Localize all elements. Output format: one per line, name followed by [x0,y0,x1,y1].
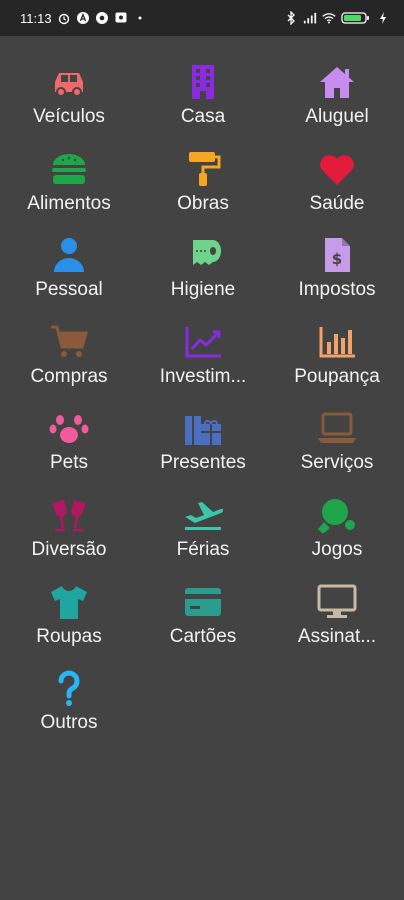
burger-icon [46,151,92,187]
status-right [284,11,390,25]
category-house[interactable]: Aluguel [270,36,404,127]
category-toilet-paper[interactable]: Higiene [136,209,270,300]
glasses-cheers-icon [46,497,92,533]
category-car[interactable]: Veículos [2,36,136,127]
category-person[interactable]: Pessoal [2,209,136,300]
category-heart[interactable]: Saúde [270,123,404,214]
heart-icon [314,151,360,187]
category-laptop[interactable]: Serviços [270,382,404,473]
category-bar-chart[interactable]: Poupança [270,296,404,387]
person-icon [46,237,92,273]
category-plane[interactable]: Férias [136,469,270,560]
category-question[interactable]: Outros [2,642,136,733]
building-icon [180,64,226,100]
laptop-icon [314,410,360,446]
monitor-icon [314,584,360,620]
svg-text:$: $ [332,250,342,268]
category-chart-line[interactable]: Investim... [136,296,270,387]
battery-icon [341,11,371,25]
shopping-cart-icon [46,324,92,360]
paw-icon [46,410,92,446]
status-time: 11:13 [20,10,52,26]
bluetooth-icon [284,11,298,25]
category-label: Outros [40,712,98,734]
category-paw[interactable]: Pets [2,382,136,473]
category-label: Cartões [169,625,237,647]
signal-icon [303,11,317,25]
charging-icon [376,11,390,25]
category-burger[interactable]: Alimentos [2,123,136,214]
alarm-icon [57,11,71,25]
app-chat-icon [114,11,128,25]
category-glasses-cheers[interactable]: Diversão [2,469,136,560]
paint-roller-icon [180,151,226,187]
category-shopping-cart[interactable]: Compras [2,296,136,387]
category-credit-card[interactable]: Cartões [136,556,270,647]
status-left: 11:13 [20,11,147,26]
house-icon [314,64,360,100]
gifts-icon [180,410,226,446]
bar-chart-icon [314,324,360,360]
plane-icon [180,497,226,533]
category-tshirt[interactable]: Roupas [2,556,136,647]
category-building[interactable]: Casa [136,36,270,127]
app-a-icon [76,11,90,25]
dot-icon [133,11,147,25]
category-ping-pong[interactable]: Jogos [270,469,404,560]
wifi-icon [322,11,336,25]
credit-card-icon [180,584,226,620]
category-label: Assinat... [297,625,377,647]
category-tax-document[interactable]: $ Impostos [270,209,404,300]
car-icon [46,64,92,100]
category-gifts[interactable]: Presentes [136,382,270,473]
app-settings-icon [95,11,109,25]
toilet-paper-icon [180,237,226,273]
category-paint-roller[interactable]: Obras [136,123,270,214]
question-icon [46,670,92,707]
ping-pong-icon [314,497,360,533]
tshirt-icon [46,584,92,620]
status-bar: 11:13 [0,0,404,36]
tax-document-icon: $ [314,237,360,273]
category-monitor[interactable]: Assinat... [270,556,404,647]
chart-line-icon [180,324,226,360]
